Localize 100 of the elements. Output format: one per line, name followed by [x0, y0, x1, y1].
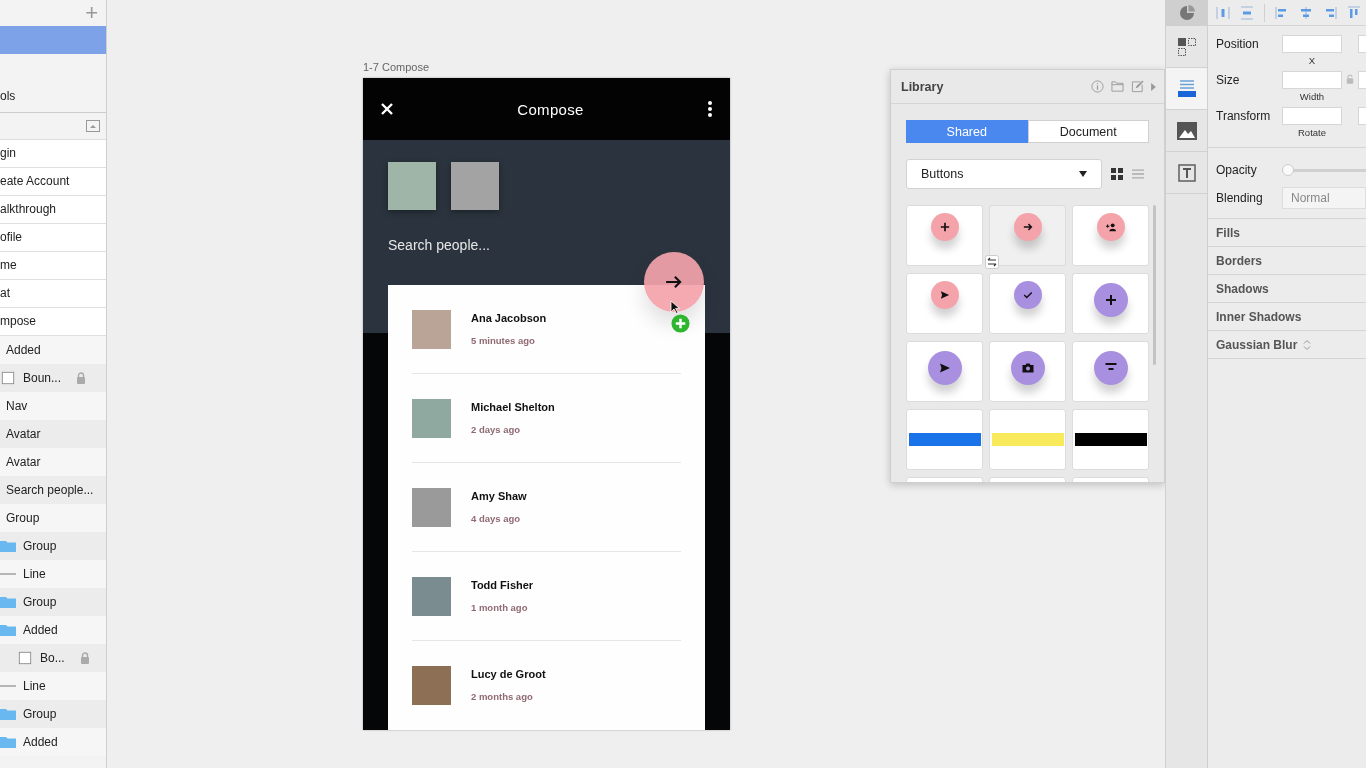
section-header[interactable]: Shadows [1216, 281, 1269, 296]
contact-time: 1 month ago [471, 602, 529, 613]
symbol-tile[interactable] [989, 205, 1066, 266]
layer-item[interactable]: Group [23, 595, 57, 609]
symbol-tile[interactable] [989, 341, 1066, 402]
panel-title: Library [901, 79, 944, 94]
layer-item[interactable]: Added [23, 623, 58, 637]
symbols-icon[interactable] [1176, 36, 1197, 57]
contact-time: 2 months ago [471, 691, 534, 702]
layer-item[interactable]: Group [23, 707, 57, 721]
layer-item[interactable]: Added [6, 343, 41, 357]
grid-view-icon[interactable] [1111, 168, 1123, 180]
section-header[interactable]: Gaussian Blur [1216, 337, 1298, 352]
layer-item[interactable]: Avatar [6, 455, 41, 469]
folder-icon [0, 623, 16, 637]
property-label: Transform [1216, 108, 1272, 125]
property-label: Position [1216, 36, 1260, 53]
symbol-tile[interactable] [1072, 409, 1149, 470]
symbol-tile[interactable] [1072, 341, 1149, 402]
collapse-icon[interactable] [86, 120, 100, 132]
library-dropdown[interactable]: Buttons [906, 159, 1102, 189]
layer-item[interactable]: Bo... [40, 651, 65, 665]
artboard-item[interactable]: alkthrough [0, 196, 106, 224]
symbol-tile[interactable] [906, 205, 983, 266]
list-view-icon[interactable] [1132, 168, 1144, 180]
property-label: Blending [1216, 190, 1264, 207]
contact-time: 2 days ago [471, 424, 522, 435]
field-caption: Width [1299, 91, 1325, 102]
rectangle-icon [17, 651, 33, 665]
artboard-item[interactable]: eate Account [0, 168, 106, 196]
scrollbar[interactable] [1153, 205, 1156, 365]
photo-placeholder [412, 309, 451, 349]
contact-name: Lucy de Groot [471, 668, 546, 680]
screen-title: Compose [517, 100, 584, 118]
stepper-icon[interactable] [1303, 338, 1312, 351]
folder-icon[interactable] [1111, 80, 1124, 93]
contact-time: 5 minutes ago [471, 335, 536, 346]
caret-icon [1079, 171, 1087, 177]
photo-placeholder [388, 162, 436, 210]
artboard-item[interactable]: at [0, 280, 106, 308]
artboard-label[interactable]: 1-7 Compose [363, 61, 730, 73]
more-icon[interactable] [708, 101, 712, 117]
layer-item[interactable]: Added [23, 735, 58, 749]
image-icon[interactable] [1176, 120, 1197, 141]
field-caption: X [1308, 55, 1316, 66]
layers-icon[interactable] [1176, 78, 1197, 99]
artboard-item[interactable]: me [0, 252, 106, 280]
layer-item[interactable]: Line [23, 679, 46, 693]
section-header[interactable]: Borders [1216, 253, 1262, 268]
close-icon[interactable] [381, 103, 393, 115]
align-center-icon[interactable] [1299, 5, 1313, 20]
symbol-tile[interactable] [906, 273, 983, 334]
artboard-item[interactable]: gin [0, 140, 106, 168]
lock-icon[interactable] [79, 652, 90, 664]
value-field[interactable] [1282, 107, 1342, 125]
artboard-item[interactable]: ofile [0, 224, 106, 252]
folder-icon [0, 539, 16, 553]
section-header[interactable]: Inner Shadows [1216, 309, 1302, 324]
lock-icon[interactable] [1346, 74, 1354, 84]
photo-placeholder [412, 576, 451, 616]
photo-placeholder [451, 162, 499, 210]
layer-item[interactable]: Group [6, 511, 40, 525]
expand-icon[interactable] [1151, 82, 1156, 91]
layer-item[interactable]: Boun... [23, 371, 62, 385]
library-tab[interactable]: Document [1027, 120, 1149, 143]
symbol-tile[interactable] [989, 409, 1066, 470]
edit-icon[interactable] [1131, 80, 1144, 93]
photo-placeholder [412, 398, 451, 438]
layer-item[interactable]: Avatar [6, 427, 41, 441]
value-field[interactable] [1282, 35, 1342, 53]
add-icon [671, 314, 690, 333]
distribute-icon[interactable] [1216, 5, 1230, 20]
text-tool-icon[interactable] [1176, 162, 1197, 183]
symbol-tile[interactable] [989, 273, 1066, 334]
property-label: Opacity [1216, 162, 1258, 179]
layer-item[interactable]: Group [23, 539, 57, 553]
cursor-icon [670, 300, 680, 314]
symbol-tile[interactable] [906, 409, 983, 470]
symbol-tile[interactable] [1072, 273, 1149, 334]
info-icon[interactable] [1091, 80, 1104, 93]
opacity-slider[interactable] [1282, 163, 1294, 176]
align-left-icon[interactable] [1275, 5, 1289, 20]
page-item[interactable]: ols [0, 82, 106, 110]
section-header[interactable]: Fills [1216, 225, 1240, 240]
layer-item[interactable]: Line [23, 567, 46, 581]
symbol-tile[interactable] [906, 341, 983, 402]
lock-icon[interactable] [76, 372, 87, 384]
search-field[interactable]: Search people... [388, 237, 588, 253]
contact-name: Amy Shaw [471, 490, 527, 502]
swap-icon[interactable] [985, 255, 999, 269]
align-right-icon[interactable] [1323, 5, 1337, 20]
distribute-icon[interactable] [1240, 5, 1254, 20]
align-top-icon[interactable] [1347, 5, 1361, 20]
pie-icon[interactable] [1178, 5, 1195, 21]
artboard-item[interactable]: mpose [0, 308, 106, 336]
field-caption: Rotate [1298, 127, 1326, 138]
contact-name: Ana Jacobson [471, 312, 547, 324]
value-field[interactable] [1282, 71, 1342, 89]
layer-item[interactable]: Nav [6, 399, 28, 413]
symbol-tile[interactable] [1072, 205, 1149, 266]
